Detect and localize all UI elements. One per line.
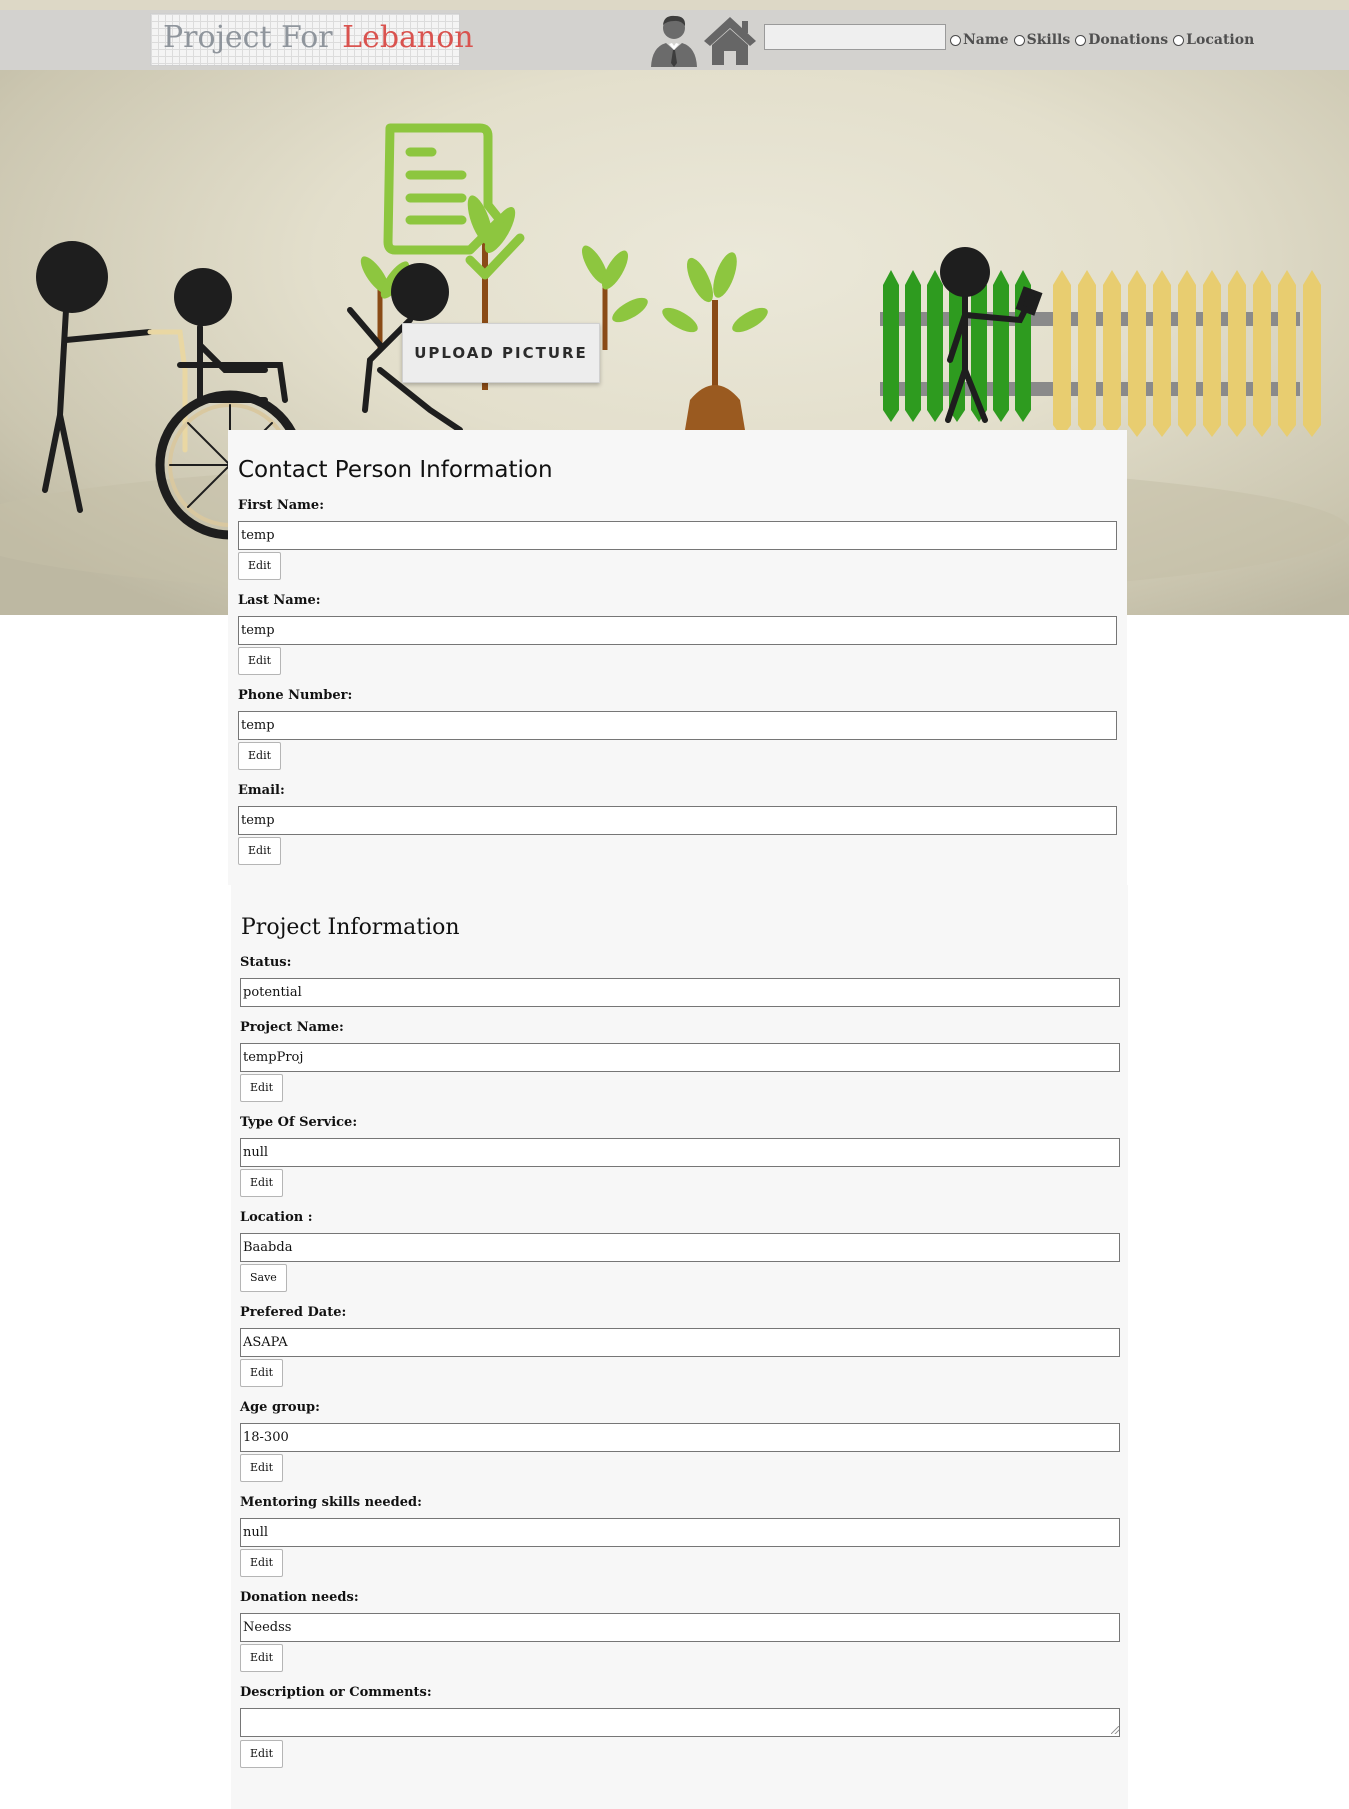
service-type-label: Type Of Service: (240, 1115, 358, 1130)
age-group-edit-button[interactable]: Edit (240, 1454, 284, 1482)
status-field: potential (240, 978, 1120, 1007)
site-logo[interactable]: Project For Lebanon (150, 13, 474, 66)
phone-number-edit-button[interactable]: Edit (238, 742, 282, 770)
filter-location[interactable]: Location (1173, 32, 1254, 48)
project-name-edit-button[interactable]: Edit (240, 1074, 284, 1102)
status-label: Status: (240, 955, 292, 970)
location-label: Location : (240, 1210, 313, 1225)
first-name-field[interactable]: temp (238, 521, 1117, 550)
last-name-edit-button[interactable]: Edit (238, 647, 282, 675)
project-section-title: Project Information (241, 915, 460, 940)
home-icon[interactable] (702, 13, 758, 67)
location-save-button[interactable]: Save (240, 1264, 287, 1292)
contact-section-title: Contact Person Information (238, 457, 553, 483)
preferred-date-edit-button[interactable]: Edit (240, 1359, 284, 1387)
upload-picture-button[interactable]: UPLOAD PICTURE (402, 323, 600, 383)
first-name-edit-button[interactable]: Edit (238, 552, 282, 580)
radio-name[interactable] (950, 34, 961, 46)
header-bar: Project For Lebanon Name Skills Donation… (0, 10, 1349, 70)
description-textarea[interactable] (240, 1708, 1120, 1737)
search-filter-group: Name Skills Donations Location (950, 30, 1256, 50)
phone-number-field[interactable]: temp (238, 711, 1117, 740)
search-input[interactable] (764, 24, 946, 50)
contact-info-panel: Contact Person Information First Name: t… (228, 430, 1127, 885)
donation-needs-label: Donation needs: (240, 1590, 359, 1605)
document-icon (383, 123, 525, 280)
donation-needs-edit-button[interactable]: Edit (240, 1644, 284, 1672)
project-info-panel: Project Information Status: potential Pr… (231, 885, 1128, 1809)
last-name-label: Last Name: (238, 593, 321, 608)
email-label: Email: (238, 783, 285, 798)
age-group-field[interactable]: 18-300 (240, 1423, 1120, 1452)
mentoring-skills-field[interactable]: null (240, 1518, 1120, 1547)
description-label: Description or Comments: (240, 1685, 432, 1700)
preferred-date-field[interactable]: ASAPA (240, 1328, 1120, 1357)
fence (880, 270, 1321, 437)
filter-skills[interactable]: Skills (1013, 32, 1070, 48)
top-strip (0, 0, 1349, 10)
location-field[interactable]: Baabda (240, 1233, 1120, 1262)
textarea-resize-grip[interactable] (1111, 1726, 1119, 1734)
email-field[interactable]: temp (238, 806, 1117, 835)
profile-icon[interactable] (648, 13, 700, 67)
radio-donations[interactable] (1075, 34, 1087, 46)
service-type-edit-button[interactable]: Edit (240, 1169, 284, 1197)
age-group-label: Age group: (240, 1400, 320, 1415)
last-name-field[interactable]: temp (238, 616, 1117, 645)
filter-donations[interactable]: Donations (1075, 32, 1168, 48)
description-edit-button[interactable]: Edit (240, 1740, 284, 1768)
project-name-field[interactable]: tempProj (240, 1043, 1120, 1072)
project-name-label: Project Name: (240, 1020, 344, 1035)
radio-skills[interactable] (1013, 34, 1025, 46)
email-edit-button[interactable]: Edit (238, 837, 282, 865)
mentoring-skills-label: Mentoring skills needed: (240, 1495, 422, 1510)
first-name-label: First Name: (238, 498, 324, 513)
service-type-field[interactable]: null (240, 1138, 1120, 1167)
donation-needs-field[interactable]: Needss (240, 1613, 1120, 1642)
radio-location[interactable] (1173, 34, 1185, 46)
filter-name[interactable]: Name (950, 32, 1009, 48)
mentoring-skills-edit-button[interactable]: Edit (240, 1549, 284, 1577)
phone-number-label: Phone Number: (238, 688, 353, 703)
preferred-date-label: Prefered Date: (240, 1305, 347, 1320)
